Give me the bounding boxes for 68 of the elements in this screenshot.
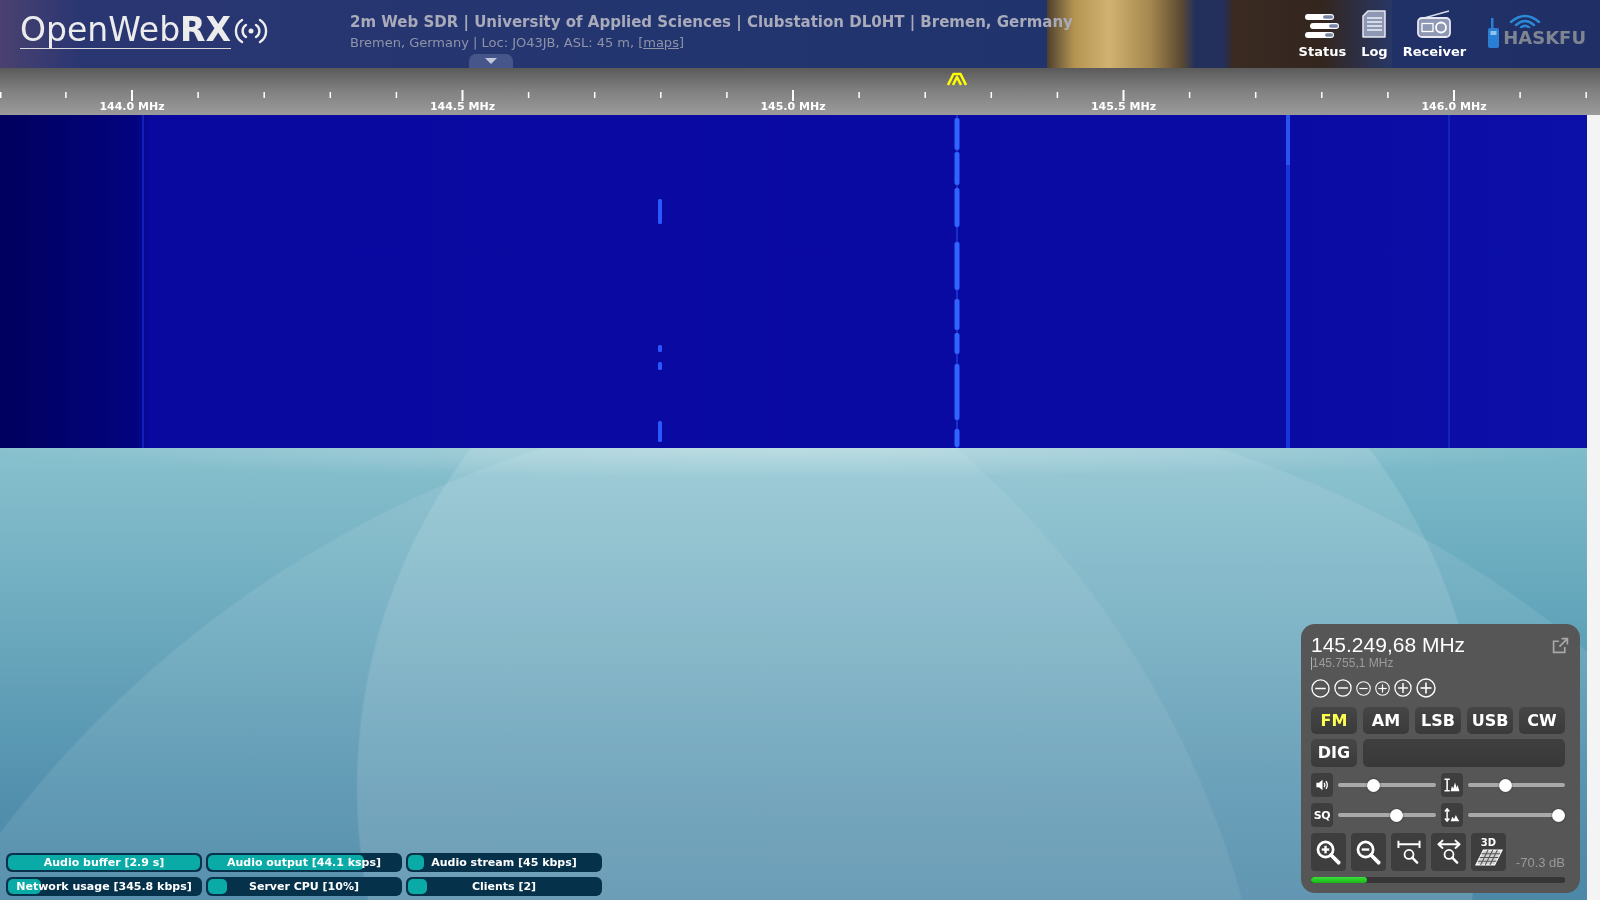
minus-circle-icon[interactable] (1334, 679, 1352, 697)
mode-button[interactable]: FM (1311, 707, 1357, 734)
status-label: Server CPU [10%] (249, 880, 359, 893)
plus-circle-icon[interactable] (1375, 680, 1390, 696)
receiver-button[interactable]: Receiver (1402, 10, 1467, 59)
plus-circle-icon[interactable] (1394, 679, 1412, 697)
zoom-band-button[interactable] (1391, 833, 1426, 871)
minus-circle-icon[interactable] (1356, 680, 1371, 696)
handheld-radio-icon (1488, 18, 1501, 48)
spectrum-range-icon (1443, 778, 1460, 792)
zoom-in-button[interactable] (1311, 833, 1346, 871)
scale-label: 144.5 MHz (429, 101, 496, 113)
slider-thumb[interactable] (1366, 778, 1380, 792)
location-text: Bremen, Germany | Loc: JO43JB, ASL: 45 m, [maps] (350, 34, 684, 51)
zoom-band-icon (1395, 839, 1422, 865)
sponsor-logo-text: HASKFU (1503, 28, 1586, 48)
document-icon (1361, 10, 1388, 38)
wifi-icon (1509, 14, 1542, 28)
zoom-fit-button[interactable] (1431, 833, 1466, 871)
slider-thumb[interactable] (1552, 808, 1565, 822)
caret-down-icon (485, 58, 497, 64)
scale-label: 146.0 MHz (1421, 101, 1487, 113)
log-button[interactable]: Log (1361, 10, 1388, 59)
mode-button[interactable]: USB (1467, 707, 1513, 734)
zoom-in-icon (1315, 838, 1342, 866)
grid-icon (1474, 849, 1503, 866)
frequency-display: 145.249,68 MHz (1311, 633, 1466, 657)
mode-button[interactable]: LSB (1415, 707, 1461, 734)
zoom-out-button[interactable] (1351, 833, 1386, 871)
slider-thumb[interactable] (1390, 808, 1404, 822)
mode-button[interactable]: AM (1363, 707, 1409, 734)
slider-thumb[interactable] (1498, 778, 1512, 792)
mouse-frequency-text: 145.755,1 MHz (1311, 657, 1394, 670)
status-label: Audio stream [45 kbps] (431, 856, 577, 869)
logo-text: OpenWebRX (20, 13, 231, 49)
spectrum-arrows-icon (1443, 808, 1460, 822)
status-label: Clients [2] (471, 880, 537, 893)
mode-button[interactable]: DIG (1311, 739, 1357, 767)
scale-label: 145.5 MHz (1090, 101, 1157, 113)
speaker-icon (1314, 778, 1330, 792)
mode-button[interactable]: CW (1519, 707, 1565, 734)
range-slider[interactable] (1467, 778, 1565, 792)
auto-adjust-slider[interactable] (1467, 808, 1565, 822)
volume-slider[interactable] (1338, 778, 1436, 792)
radio-icon (1417, 10, 1452, 38)
status-label: Audio buffer [2.9 s] (43, 856, 165, 869)
stacked-bars-icon (1305, 14, 1340, 38)
maps-link[interactable]: [maps] (638, 35, 684, 50)
scale-label: 144.0 MHz (99, 101, 165, 113)
3d-view-button[interactable]: 3D (1471, 833, 1506, 871)
zoom-out-icon (1355, 838, 1382, 866)
squelch-button[interactable]: SQ (1311, 803, 1333, 827)
radio-waves-icon (232, 16, 269, 46)
range-button[interactable] (1440, 773, 1463, 797)
status-button[interactable]: Status (1298, 10, 1347, 59)
minus-circle-icon[interactable] (1311, 678, 1330, 698)
filter-marker-icon[interactable] (946, 72, 968, 86)
volume-button[interactable] (1311, 773, 1333, 797)
squelch-slider[interactable] (1338, 808, 1436, 822)
scale-label: 145.0 MHz (760, 101, 826, 113)
signal-level-reading: -70.3 dB (1515, 855, 1565, 871)
zoom-fit-icon (1435, 839, 1462, 865)
plus-circle-icon[interactable] (1416, 678, 1436, 698)
auto-adjust-button[interactable] (1440, 803, 1463, 827)
header-toggle-tab[interactable] (469, 54, 513, 68)
status-label: Network usage [345.8 kbps] (16, 880, 192, 893)
status-label: Audio output [44.1 ksps] (226, 856, 382, 869)
external-link-icon[interactable] (1552, 636, 1569, 654)
